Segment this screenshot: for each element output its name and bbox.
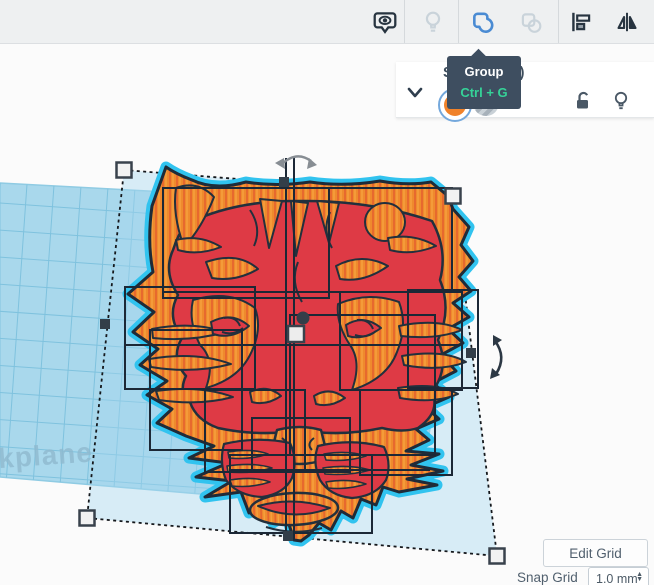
group-tooltip: Group Ctrl + G xyxy=(447,56,521,109)
lightbulb-icon xyxy=(614,91,628,110)
scale-handle-right[interactable] xyxy=(466,348,476,358)
rotate-handle-top[interactable] xyxy=(275,155,317,169)
lock-button[interactable] xyxy=(572,90,594,117)
hide-button[interactable] xyxy=(610,90,632,117)
mirror-button[interactable] xyxy=(614,9,640,35)
group-icon xyxy=(473,12,494,33)
unlock-icon xyxy=(577,91,589,109)
center-handle[interactable] xyxy=(286,324,306,344)
align-icon xyxy=(572,12,591,32)
toolbar-separator xyxy=(404,0,405,43)
snap-grid-dropdown[interactable]: 1.0 mm ▲ ▼ xyxy=(588,567,649,585)
shape-properties-panel: Shapes (21) xyxy=(396,62,654,122)
dropdown-spinner-icon: ▲ ▼ xyxy=(636,571,643,583)
edit-grid-button[interactable]: Edit Grid xyxy=(543,539,648,567)
scale-handle-bottom[interactable] xyxy=(283,531,293,541)
scale-handle-left[interactable] xyxy=(100,319,110,329)
tooltip-shortcut: Ctrl + G xyxy=(460,85,508,100)
show-all-button[interactable] xyxy=(420,9,446,35)
toolbar-separator xyxy=(558,0,559,43)
pivot-dot xyxy=(296,311,310,325)
toolbar-separator xyxy=(458,0,459,43)
scale-handle-top[interactable] xyxy=(279,177,289,187)
ungroup-button[interactable] xyxy=(518,9,544,35)
mirror-icon xyxy=(617,12,637,32)
corner-handle-tl[interactable] xyxy=(115,161,133,179)
ungroup-icon xyxy=(521,12,542,33)
align-button[interactable] xyxy=(568,9,594,35)
rotate-handle-right[interactable] xyxy=(490,335,503,379)
corner-handle-br[interactable] xyxy=(488,547,506,565)
group-button[interactable] xyxy=(470,9,496,35)
notes-button[interactable] xyxy=(372,9,398,35)
chevron-down-icon xyxy=(407,87,423,98)
snap-grid-label: Snap Grid xyxy=(517,570,578,585)
collapse-panel-button[interactable] xyxy=(404,84,426,102)
notes-eye-icon xyxy=(373,12,397,34)
tooltip-title: Group xyxy=(464,64,504,79)
lightbulb-icon xyxy=(425,11,441,32)
snap-grid-value: 1.0 mm xyxy=(596,572,638,585)
corner-handle-bl[interactable] xyxy=(78,509,96,527)
toolbar xyxy=(0,0,654,44)
corner-handle-tr[interactable] xyxy=(444,187,462,205)
